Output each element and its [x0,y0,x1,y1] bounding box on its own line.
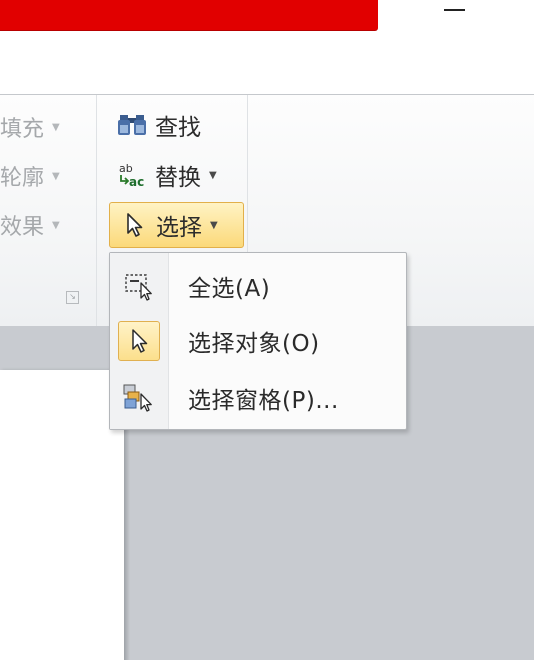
select-dropdown-menu: 全选(A) 选择对象(O) 选择窗格(P)... [109,252,407,430]
svg-text:ab: ab [119,162,133,175]
dialog-launcher-icon[interactable]: ↘ [66,291,79,304]
binoculars-icon [115,111,151,139]
menu-item-selection-pane[interactable]: 选择窗格(P)... [110,373,406,423]
select-objects-icon [118,321,160,361]
select-all-icon [118,266,160,306]
chevron-down-icon: ▼ [52,219,60,231]
svg-text:ac: ac [129,175,144,189]
document-page[interactable] [0,370,124,660]
shape-outline-button[interactable]: 轮廓 ▼ [0,162,60,191]
find-label: 查找 [155,115,201,141]
menu-item-select-all[interactable]: 全选(A) [110,261,406,311]
chevron-down-icon: ▼ [52,170,60,182]
title-bar-accent [0,0,378,31]
select-label: 选择 [156,215,202,241]
chevron-down-icon: ▼ [52,121,60,133]
shape-effects-label: 效果 [0,215,45,240]
replace-icon: ab ac [115,161,151,189]
menu-item-select-objects[interactable]: 选择对象(O) [110,316,406,366]
shape-format-group: 填充 ▼ 轮廓 ▼ 效果 ▼ ↘ [0,95,97,327]
find-button[interactable]: 查找 [109,109,209,141]
shape-fill-button[interactable]: 填充 ▼ [0,113,60,142]
shape-effects-button[interactable]: 效果 ▼ [0,211,60,240]
shape-outline-label: 轮廓 [0,166,45,191]
shape-fill-label: 填充 [0,117,45,142]
menu-item-label: 选择对象(O) [188,331,320,357]
cursor-arrow-icon [116,211,152,239]
minimize-button[interactable] [430,0,478,22]
menu-item-label: 全选(A) [188,276,271,302]
chevron-down-icon: ▼ [209,169,217,181]
replace-label: 替换 [155,165,201,191]
chevron-down-icon: ▼ [210,219,218,231]
replace-button[interactable]: ab ac 替换 ▼ [109,159,225,191]
minimize-icon [443,9,465,11]
selection-pane-icon [118,378,160,418]
select-button[interactable]: 选择 ▼ [109,202,244,248]
menu-item-label: 选择窗格(P)... [188,388,339,414]
